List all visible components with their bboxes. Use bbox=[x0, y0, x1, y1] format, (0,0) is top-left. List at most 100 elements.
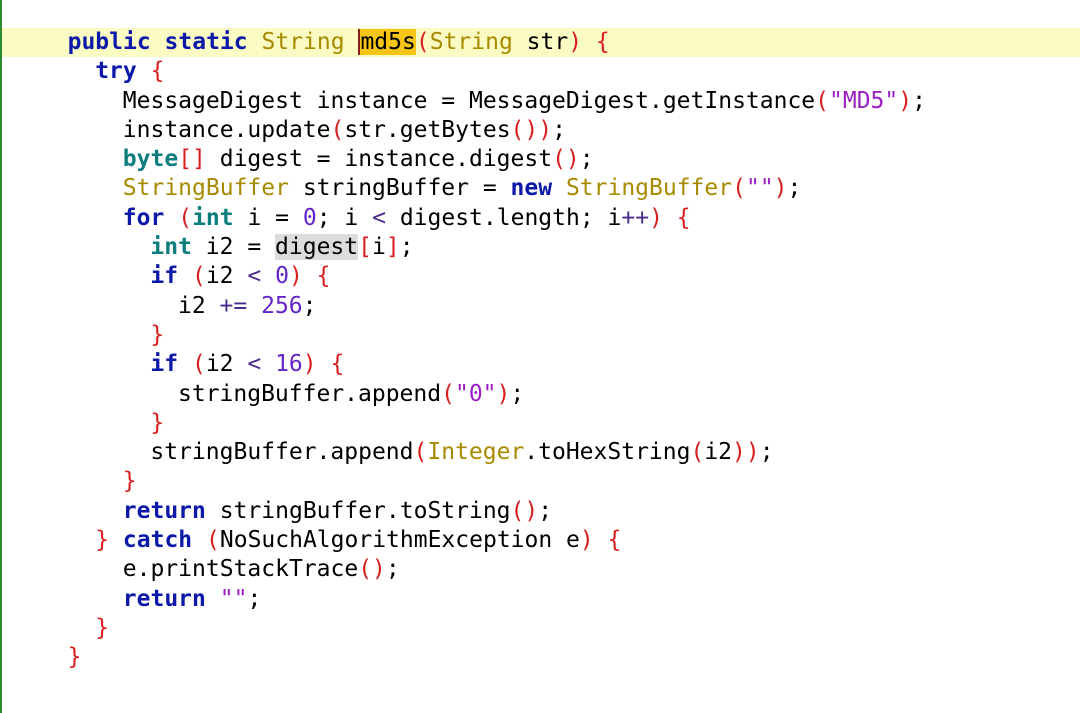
search-match: md5s bbox=[358, 29, 416, 55]
code-token: [] bbox=[178, 146, 206, 173]
code-line[interactable]: return ""; bbox=[0, 585, 1080, 614]
code-line-current[interactable]: public static String md5s(String str) { bbox=[2, 28, 1080, 58]
code-token: ; bbox=[399, 234, 414, 261]
code-line[interactable]: for (int i = 0; i < digest.length; i++) … bbox=[0, 204, 1080, 233]
code-token: () bbox=[552, 146, 580, 173]
code-token: ( bbox=[415, 29, 430, 55]
code-token: ( bbox=[690, 439, 705, 466]
code-area[interactable]: public static String md5s(String str) {t… bbox=[0, 28, 1080, 702]
code-token: digest = instance.digest bbox=[205, 146, 553, 173]
code-token: ) bbox=[773, 175, 788, 202]
code-token: ) bbox=[579, 527, 594, 554]
code-line[interactable]: MessageDigest instance = MessageDigest.g… bbox=[0, 87, 1080, 116]
code-token: NoSuchAlgorithmException e bbox=[219, 527, 580, 554]
code-token: if bbox=[150, 263, 179, 290]
code-token: ( bbox=[441, 380, 455, 407]
code-token: i2 bbox=[704, 439, 733, 466]
code-token: 0 bbox=[302, 204, 317, 231]
code-line[interactable]: stringBuffer.append(Integer.toHexString(… bbox=[0, 438, 1080, 467]
code-line[interactable]: } bbox=[0, 467, 1080, 496]
code-line[interactable]: return stringBuffer.toString(); bbox=[0, 497, 1080, 526]
code-token: ( bbox=[191, 351, 206, 378]
code-token: i2 = bbox=[191, 234, 276, 261]
code-token: } bbox=[67, 644, 82, 671]
code-line[interactable]: } bbox=[0, 643, 1080, 672]
code-line[interactable]: i2 += 256; bbox=[0, 292, 1080, 321]
code-token: int bbox=[192, 204, 234, 231]
code-token: ; bbox=[912, 87, 926, 114]
code-line[interactable]: int i2 = digest[i]; bbox=[0, 233, 1080, 262]
code-token: ; bbox=[787, 175, 802, 202]
code-line[interactable]: e.printStackTrace(); bbox=[0, 555, 1080, 584]
code-token: ] bbox=[385, 234, 400, 261]
code-token: stringBuffer.append bbox=[150, 439, 414, 466]
code-token: ; bbox=[538, 497, 553, 524]
code-token: return bbox=[122, 497, 206, 524]
code-token: Integer bbox=[427, 439, 525, 466]
code-line[interactable]: stringBuffer.append("0"); bbox=[0, 380, 1080, 409]
code-line[interactable]: if (i2 < 0) { bbox=[0, 262, 1080, 291]
code-line[interactable] bbox=[0, 673, 1080, 702]
code-token: stringBuffer = bbox=[288, 175, 511, 202]
code-token: { bbox=[150, 58, 165, 85]
code-token: byte bbox=[122, 146, 179, 173]
code-token: { bbox=[330, 351, 345, 378]
code-token: ( bbox=[178, 204, 193, 231]
code-token: stringBuffer.append bbox=[178, 380, 442, 407]
code-token: e.printStackTrace bbox=[122, 556, 359, 583]
code-token: ) bbox=[568, 29, 583, 55]
code-line[interactable]: instance.update(str.getBytes()); bbox=[0, 116, 1080, 145]
code-token: ) bbox=[649, 204, 663, 231]
code-editor[interactable]: public static String md5s(String str) {t… bbox=[0, 0, 1080, 713]
code-token: < bbox=[247, 263, 262, 290]
code-token: ; bbox=[385, 556, 400, 583]
code-line[interactable]: if (i2 < 16) { bbox=[0, 350, 1080, 379]
code-line[interactable]: } catch (NoSuchAlgorithmException e) { bbox=[0, 526, 1080, 555]
code-token: ( bbox=[330, 116, 345, 143]
code-line[interactable]: StringBuffer stringBuffer = new StringBu… bbox=[0, 174, 1080, 203]
code-token: if bbox=[150, 351, 179, 378]
code-token: str.getBytes bbox=[344, 116, 511, 143]
code-token: ( bbox=[413, 439, 428, 466]
code-token: String bbox=[429, 29, 513, 55]
code-line[interactable]: } bbox=[0, 409, 1080, 438]
code-token: [ bbox=[358, 234, 372, 261]
code-line[interactable]: } bbox=[0, 614, 1080, 643]
code-token: < bbox=[247, 351, 262, 378]
code-token: for bbox=[122, 204, 165, 231]
code-token: ) bbox=[302, 351, 317, 378]
code-token: 16 bbox=[275, 351, 303, 378]
code-token: } bbox=[150, 321, 165, 348]
code-token: int bbox=[150, 234, 192, 261]
code-token: "" bbox=[745, 175, 774, 202]
code-token: ; bbox=[759, 439, 774, 466]
code-token: public bbox=[67, 29, 151, 55]
code-token: String bbox=[261, 29, 345, 55]
code-token: .toHexString bbox=[524, 439, 691, 466]
code-line[interactable]: try { bbox=[0, 57, 1080, 86]
code-token: { bbox=[595, 29, 610, 55]
code-token: ) bbox=[496, 380, 511, 407]
code-token: 0 bbox=[275, 263, 289, 290]
code-token: i2 bbox=[205, 351, 248, 378]
code-token: "" bbox=[219, 585, 248, 612]
code-token: ; bbox=[552, 116, 566, 143]
code-token: ()) bbox=[510, 116, 553, 143]
code-token: StringBuffer bbox=[565, 175, 733, 202]
code-token: ; bbox=[510, 380, 525, 407]
code-token: } bbox=[95, 614, 110, 641]
code-line[interactable]: } bbox=[0, 321, 1080, 350]
code-line[interactable]: byte[] digest = instance.digest(); bbox=[0, 145, 1080, 174]
code-token: { bbox=[676, 204, 691, 231]
code-token: ++ bbox=[621, 204, 650, 231]
